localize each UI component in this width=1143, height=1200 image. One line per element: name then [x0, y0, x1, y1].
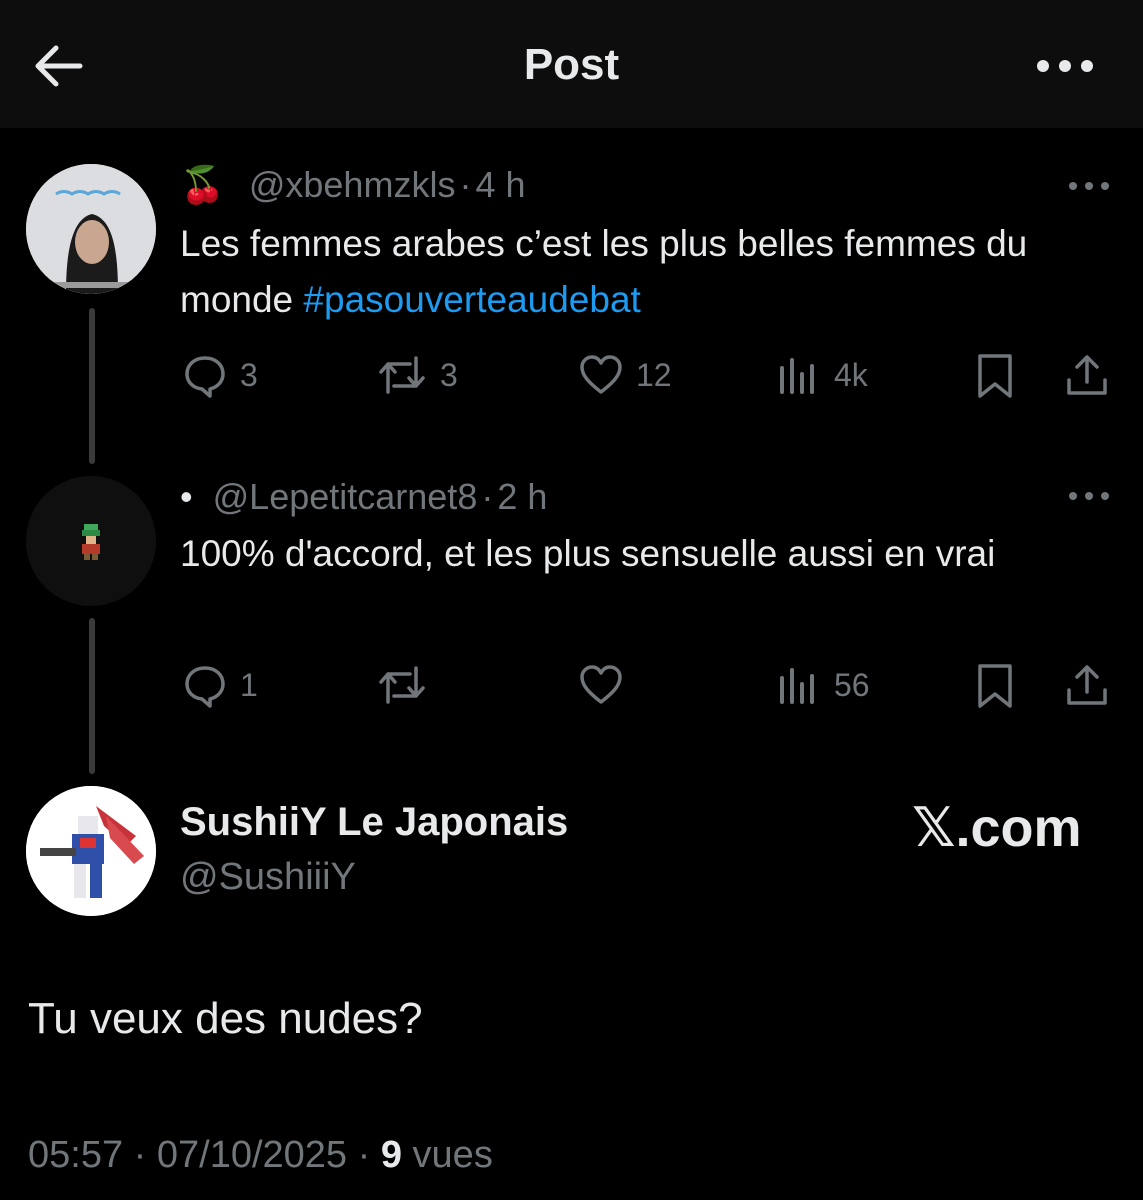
- tweet-text: 100% d'accord, et les plus sensuelle aus…: [180, 533, 996, 574]
- tweet-meta: 🍒 @xbehmzkls · 4 h: [180, 164, 526, 206]
- thread-line: [89, 618, 95, 774]
- tweet-meta: • @Lepetitcarnet8 · 2 h: [180, 476, 547, 518]
- more-horizontal-icon: [1069, 182, 1109, 190]
- like-button[interactable]: [578, 662, 636, 708]
- avatar[interactable]: [26, 164, 156, 294]
- share-upload-icon: [1067, 355, 1107, 395]
- x-logo-icon: 𝕏: [912, 796, 956, 859]
- reply-count: 1: [240, 666, 258, 703]
- bar-chart-icon: [780, 668, 814, 704]
- profile-photo-icon: [26, 164, 156, 294]
- tweet-time[interactable]: 4 h: [475, 164, 525, 205]
- retweet-count: 3: [440, 356, 458, 393]
- reply-button[interactable]: 1: [182, 662, 258, 708]
- tweet-text: Les femmes arabes c’est les plus belles …: [180, 216, 1100, 328]
- watermark-domain: .com: [955, 797, 1082, 858]
- reply-button[interactable]: 3: [182, 352, 258, 398]
- like-count: 12: [636, 356, 672, 393]
- tweet-more-button[interactable]: [1067, 178, 1111, 194]
- separator: ·: [357, 1134, 371, 1176]
- pixel-character-icon: [26, 476, 156, 606]
- hashtag-link[interactable]: #pasouverteaudebat: [303, 279, 640, 320]
- share-button[interactable]: [1064, 662, 1110, 708]
- share-upload-icon: [1067, 665, 1107, 705]
- retweet-icon: [379, 666, 425, 704]
- avatar[interactable]: [26, 786, 156, 916]
- bookmark-button[interactable]: [974, 662, 1016, 710]
- post-date[interactable]: 07/10/2025: [157, 1134, 347, 1176]
- avatar[interactable]: [26, 476, 156, 606]
- separator: ·: [459, 164, 472, 205]
- views-number: 9: [380, 1134, 402, 1176]
- separator: ·: [133, 1134, 147, 1176]
- bullet: •: [180, 476, 193, 517]
- more-horizontal-icon: [1037, 60, 1093, 72]
- heart-icon: [580, 665, 622, 704]
- tweet-more-button[interactable]: [1067, 488, 1111, 504]
- thread-line: [89, 308, 95, 464]
- bookmark-icon: [978, 354, 1012, 398]
- post-timestamp: 05:57 · 07/10/2025 · 9 vues: [28, 1134, 493, 1177]
- views-button[interactable]: 56: [776, 662, 870, 708]
- heart-icon: [580, 355, 622, 394]
- retweet-button[interactable]: [376, 662, 440, 708]
- bar-chart-icon: [780, 358, 814, 394]
- retweet-icon: [379, 356, 425, 394]
- views-count: 4k: [834, 356, 868, 393]
- tweet-handle[interactable]: @xbehmzkls: [249, 164, 456, 205]
- views-button[interactable]: 4k: [776, 352, 868, 398]
- retweet-button[interactable]: 3: [376, 352, 458, 398]
- tweet-handle[interactable]: @Lepetitcarnet8: [213, 476, 478, 517]
- more-horizontal-icon: [1069, 492, 1109, 500]
- watermark: 𝕏 .com: [912, 796, 1082, 859]
- share-button[interactable]: [1064, 352, 1110, 398]
- more-options-button[interactable]: [1035, 48, 1095, 84]
- views-label: vues: [412, 1134, 493, 1176]
- cherry-emoji: 🍒: [180, 164, 225, 205]
- author-name[interactable]: SushiiY Le Japonais: [180, 800, 568, 845]
- reply-bubble-icon: [185, 666, 225, 708]
- like-button[interactable]: 12: [578, 352, 672, 398]
- tweet-time[interactable]: 2 h: [497, 476, 547, 517]
- top-bar: Post: [0, 0, 1143, 128]
- page-title: Post: [523, 40, 620, 89]
- separator: ·: [481, 476, 494, 517]
- post-time[interactable]: 05:57: [28, 1134, 123, 1176]
- views-count: 56: [834, 666, 870, 703]
- bookmark-button[interactable]: [974, 352, 1016, 400]
- reply-bubble-icon: [185, 356, 225, 398]
- robot-figure-icon: [26, 786, 156, 916]
- reply-count: 3: [240, 356, 258, 393]
- bookmark-icon: [978, 664, 1012, 708]
- post-text: Tu veux des nudes?: [28, 994, 423, 1043]
- author-handle[interactable]: @SushiiiY: [180, 856, 356, 899]
